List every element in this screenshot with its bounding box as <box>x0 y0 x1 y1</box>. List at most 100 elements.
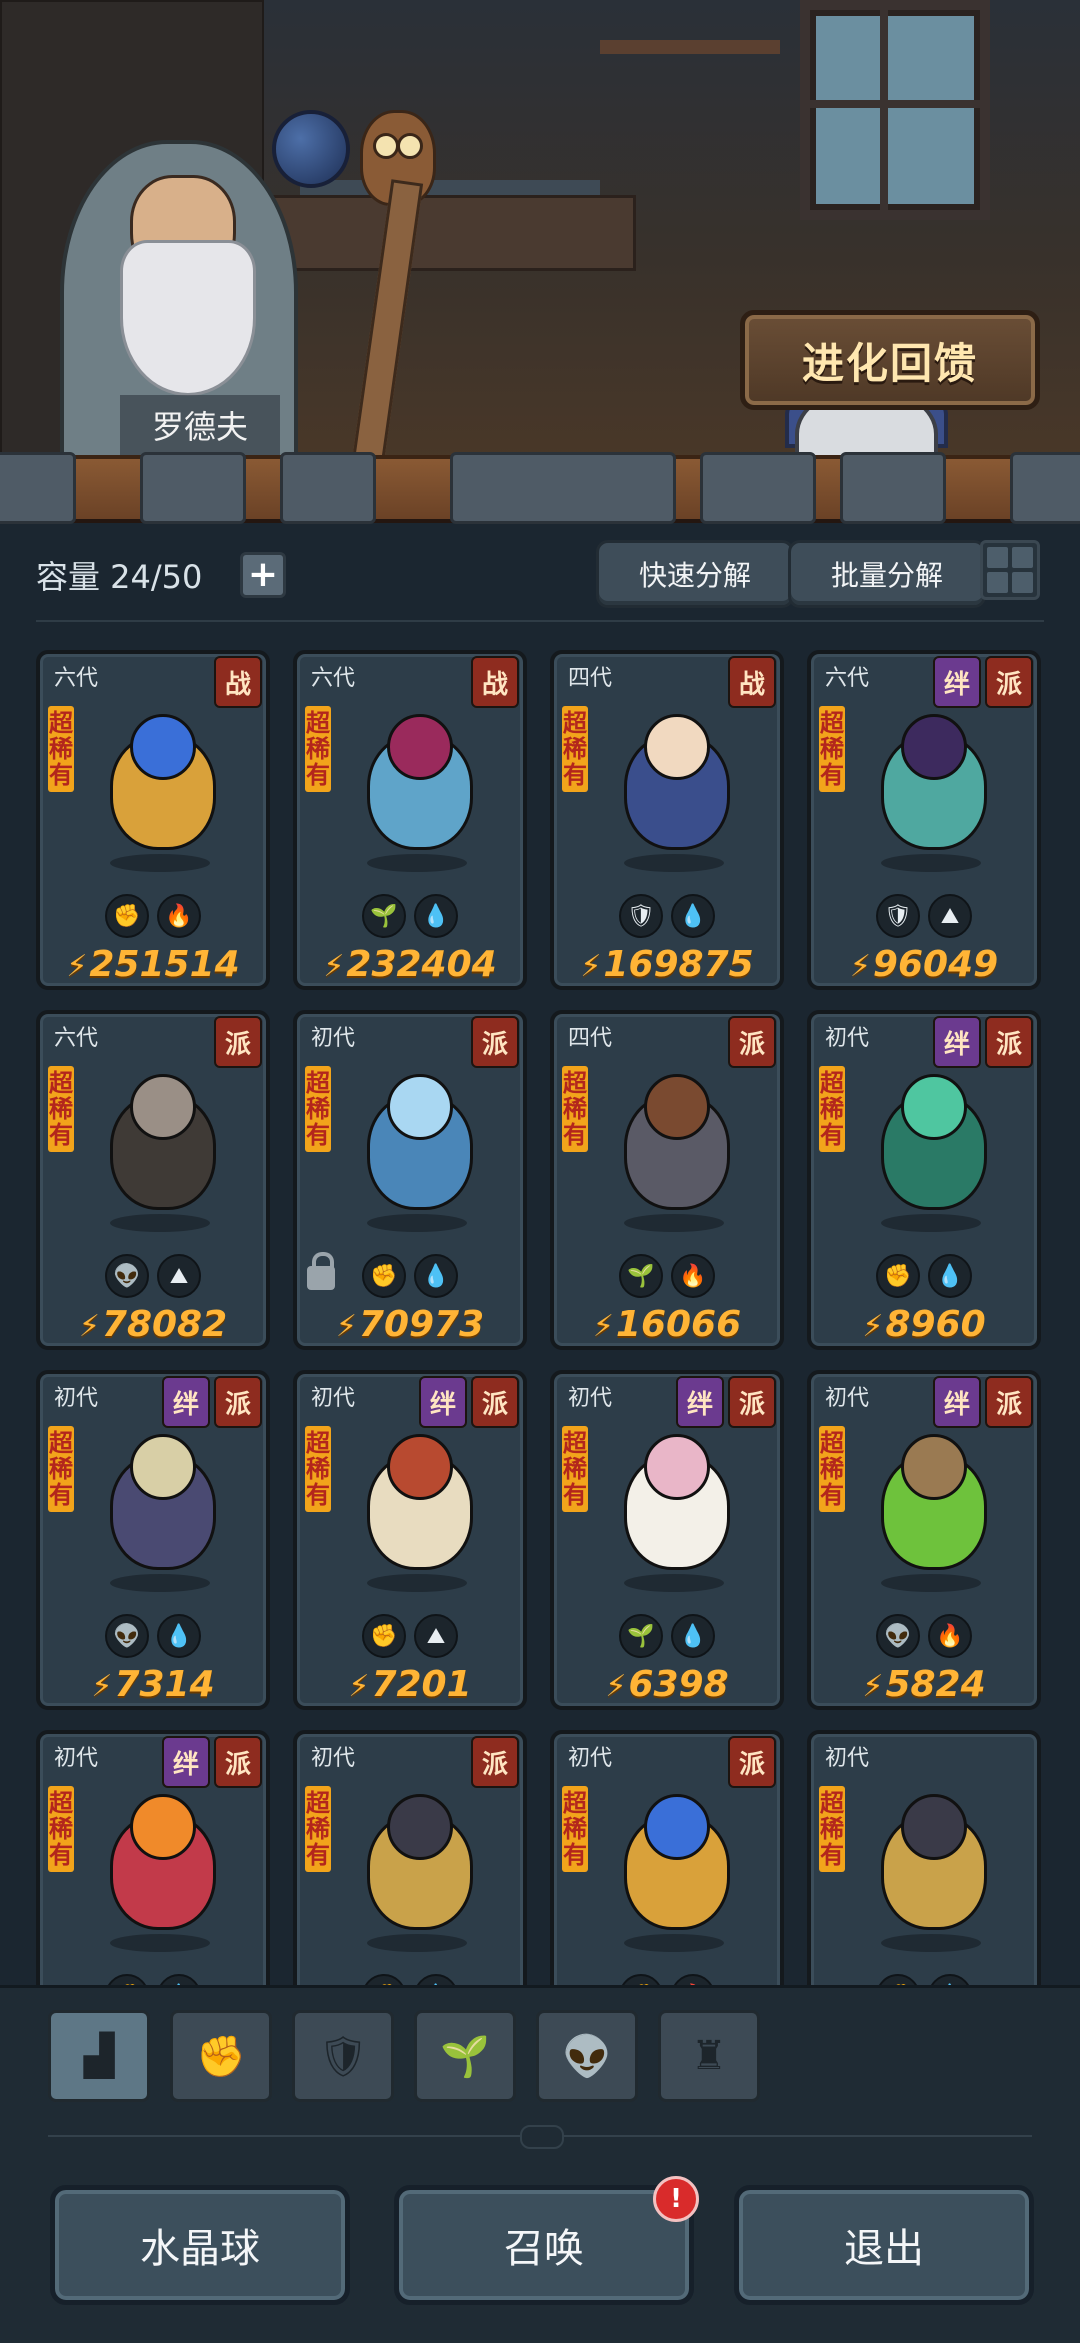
creature-card-grid[interactable]: 六代战超稀有 ✊ 🔥 ⚡251514 六代战超稀有 🌱 💧 ⚡232404 四代战超稀有 🛡 💧 ⚡1… <box>36 650 1044 1985</box>
element-tags: 🌱 💧 <box>297 894 523 938</box>
rarity-tag: 超稀有 <box>562 1786 588 1872</box>
creature-card[interactable]: 初代 绊派超稀有 ✊ 💧 ⚡8960 <box>807 1010 1041 1350</box>
power-number: 96049 <box>872 944 999 985</box>
creature-card[interactable]: 初代派超稀有✊💧 <box>293 1730 527 1985</box>
rarity-tag: 超稀有 <box>562 1426 588 1512</box>
evolve-reward-button[interactable]: 进化回馈 <box>740 310 1040 410</box>
batch-decompose-button[interactable]: 批量分解 <box>788 540 986 608</box>
badge-row: 绊派 <box>933 1376 1033 1428</box>
element-tags: ✊💧 <box>297 1974 523 1985</box>
power-value: ⚡7314 <box>40 1664 266 1705</box>
element-tags: 🌱 💧 <box>554 1614 780 1658</box>
creature-card[interactable]: 初代 绊派超稀有 👽 🔥 ⚡5824 <box>807 1370 1041 1710</box>
window <box>800 0 990 220</box>
creature-card[interactable]: 初代 绊派超稀有 👽 💧 ⚡7314 <box>36 1370 270 1710</box>
creature-card[interactable]: 初代 派超稀有 ✊ 💧 ⚡70973 <box>293 1010 527 1350</box>
creature-card[interactable]: 初代绊派超稀有✊💧 <box>36 1730 270 1985</box>
faction-badge: 战 <box>471 656 519 708</box>
faction-badge: 战 <box>214 656 262 708</box>
faction-badge: 绊 <box>676 1376 724 1428</box>
creature-card[interactable]: 初代派超稀有✊🔥 <box>550 1730 784 1985</box>
filter-shield-icon[interactable]: 🛡 <box>292 2010 394 2102</box>
creature-portrait <box>90 1074 230 1244</box>
faction-badge: 绊 <box>933 1016 981 1068</box>
crystal-ball-button[interactable]: 水晶球 <box>50 2185 350 2305</box>
faction-badge: 派 <box>728 1736 776 1788</box>
creature-card[interactable]: 初代 绊派超稀有 🌱 💧 ⚡6398 <box>550 1370 784 1710</box>
generation-label: 四代 <box>568 1026 613 1051</box>
creature-card[interactable]: 六代 绊派超稀有 🛡 ⛰ ⚡96049 <box>807 650 1041 990</box>
grid-view-icon[interactable] <box>980 540 1040 600</box>
fist-icon: ✊ <box>876 1974 920 1985</box>
plank-block <box>700 452 816 524</box>
faction-badge: 派 <box>471 1016 519 1068</box>
rarity-tag: 超稀有 <box>305 1786 331 1872</box>
creature-card[interactable]: 四代 战超稀有 🛡 💧 ⚡169875 <box>550 650 784 990</box>
faction-badge: 派 <box>728 1376 776 1428</box>
power-value: ⚡8960 <box>811 1304 1037 1345</box>
badge-row: 派 <box>471 1016 519 1068</box>
water-icon: 💧 <box>414 1974 458 1985</box>
filter-fist-icon[interactable]: ✊ <box>170 2010 272 2102</box>
element-tags: ✊🔥 <box>40 894 266 938</box>
creature-portrait <box>90 1434 230 1604</box>
power-value: ⚡5824 <box>811 1664 1037 1705</box>
fire-icon: 🔥 <box>928 1614 972 1658</box>
creature-portrait <box>861 1794 1001 1964</box>
creature-card[interactable]: 初代超稀有✊💧 <box>807 1730 1041 1985</box>
filter-all-icon[interactable]: ▟ <box>48 2010 150 2102</box>
creature-card[interactable]: 初代 绊派超稀有 ✊ ⛰ ⚡7201 <box>293 1370 527 1710</box>
power-icon: ⚡ <box>605 1669 627 1704</box>
element-tags: 👽 🔥 <box>811 1614 1037 1658</box>
faction-badge: 派 <box>214 1736 262 1788</box>
power-number: 8960 <box>885 1304 986 1345</box>
element-tags: ✊💧 <box>811 1254 1037 1298</box>
power-value: ⚡96049 <box>811 944 1037 985</box>
power-icon: ⚡ <box>348 1669 370 1704</box>
badge-row: 绊派 <box>933 1016 1033 1068</box>
filter-tower-icon[interactable]: ♜ <box>658 2010 760 2102</box>
alien-icon: 👽 <box>105 1614 149 1658</box>
add-capacity-button[interactable]: + <box>240 552 286 598</box>
creature-portrait <box>861 714 1001 884</box>
power-number: 5824 <box>885 1664 986 1705</box>
filter-sprout-icon[interactable]: 🌱 <box>414 2010 516 2102</box>
faction-badge: 派 <box>985 1016 1033 1068</box>
element-tags: ✊💧 <box>297 1254 523 1298</box>
creature-portrait <box>604 714 744 884</box>
quick-decompose-button[interactable]: 快速分解 <box>596 540 794 608</box>
water-icon: 💧 <box>157 1614 201 1658</box>
element-tags: 🌱 🔥 <box>554 1254 780 1298</box>
power-value: ⚡16066 <box>554 1304 780 1345</box>
creature-card[interactable]: 六代 战超稀有 🌱 💧 ⚡232404 <box>293 650 527 990</box>
rarity-tag: 超稀有 <box>305 1066 331 1152</box>
badge-row: 派 <box>728 1016 776 1068</box>
power-icon: ⚡ <box>66 949 88 984</box>
plank-block <box>140 452 246 524</box>
badge-row: 派 <box>728 1736 776 1788</box>
power-icon: ⚡ <box>91 1669 113 1704</box>
creature-portrait <box>347 1434 487 1604</box>
element-tags: ✊🔥 <box>554 1974 780 1985</box>
fist-icon: ✊ <box>105 894 149 938</box>
filter-alien-icon[interactable]: 👽 <box>536 2010 638 2102</box>
power-value: ⚡169875 <box>554 944 780 985</box>
power-value: ⚡70973 <box>297 1304 523 1345</box>
creature-portrait <box>861 1074 1001 1244</box>
power-value: ⚡7201 <box>297 1664 523 1705</box>
faction-badge: 绊 <box>162 1736 210 1788</box>
rarity-tag: 超稀有 <box>819 1786 845 1872</box>
rarity-tag: 超稀有 <box>48 1066 74 1152</box>
exit-button[interactable]: 退出 <box>734 2185 1034 2305</box>
plank-block <box>280 452 376 524</box>
creature-portrait <box>861 1434 1001 1604</box>
element-tags: 👽 💧 <box>40 1614 266 1658</box>
creature-card[interactable]: 六代 派超稀有 👽 ⛰ ⚡78082 <box>36 1010 270 1350</box>
badge-row: 战 <box>471 656 519 708</box>
creature-card[interactable]: 四代 派超稀有 🌱 🔥 ⚡16066 <box>550 1010 784 1350</box>
summon-button[interactable]: 召唤 ! <box>394 2176 699 2305</box>
creature-card[interactable]: 六代 战超稀有 ✊ 🔥 ⚡251514 <box>36 650 270 990</box>
rarity-tag: 超稀有 <box>562 1066 588 1152</box>
sprout-icon: 🌱 <box>619 1254 663 1298</box>
globe-icon <box>272 110 350 188</box>
